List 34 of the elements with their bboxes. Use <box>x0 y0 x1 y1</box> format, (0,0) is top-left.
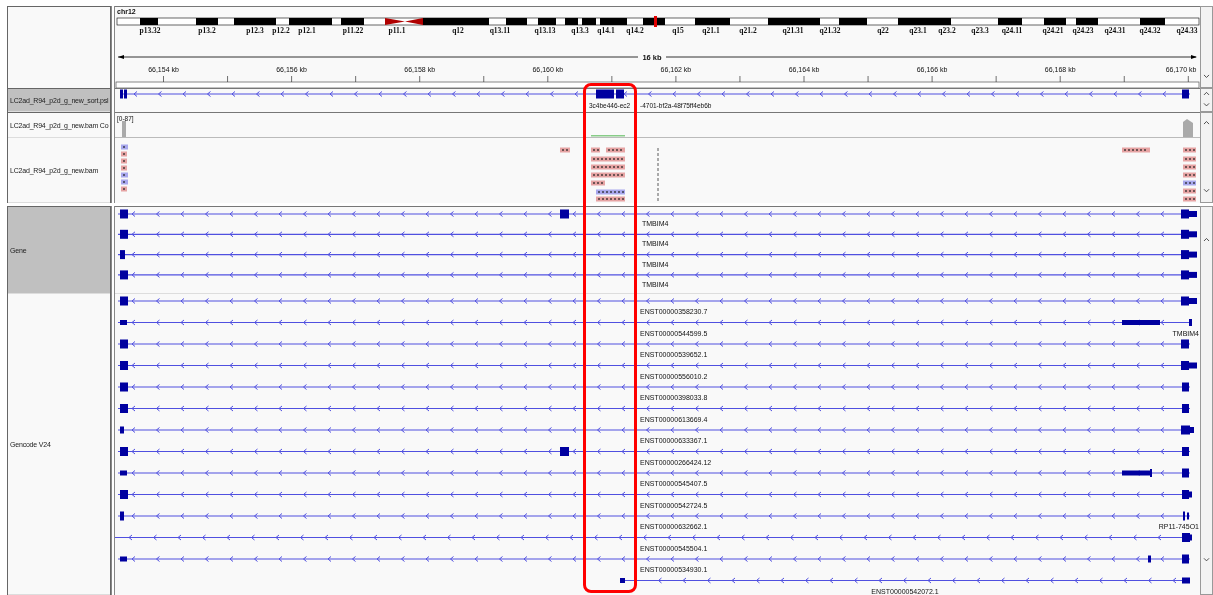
coverage-bar <box>1183 119 1193 138</box>
read <box>591 172 625 178</box>
read <box>1183 172 1196 178</box>
read <box>1183 156 1196 162</box>
position-line <box>657 147 659 203</box>
scrollbar[interactable] <box>1200 88 1213 112</box>
read <box>1183 188 1196 194</box>
scroll-down-icon[interactable] <box>1203 74 1210 78</box>
scroll-up-icon[interactable] <box>1203 238 1210 242</box>
panel-splitter[interactable] <box>111 112 115 203</box>
read <box>560 147 570 153</box>
read <box>1183 147 1196 153</box>
scroll-down-icon[interactable] <box>1203 188 1210 193</box>
read <box>1122 147 1150 153</box>
scroll-up-icon[interactable] <box>1203 121 1210 125</box>
read <box>606 147 625 153</box>
scrollbar[interactable] <box>1200 6 1213 88</box>
scroll-down-icon[interactable] <box>1203 102 1210 107</box>
panel-splitter[interactable] <box>111 6 115 88</box>
panel-splitter[interactable] <box>111 88 115 112</box>
read <box>591 156 625 162</box>
read <box>1183 180 1196 186</box>
read <box>1183 196 1196 202</box>
current-region-marker <box>654 16 657 27</box>
panel-splitter[interactable] <box>111 206 115 595</box>
coverage-bar <box>122 121 126 138</box>
scroll-down-icon[interactable] <box>1203 557 1210 562</box>
scrollbar[interactable] <box>1200 206 1213 595</box>
read <box>591 180 605 186</box>
scrollbar[interactable] <box>1200 112 1213 203</box>
read <box>591 147 600 153</box>
scroll-up-icon[interactable] <box>1203 91 1210 96</box>
read <box>1183 164 1196 170</box>
read <box>591 164 625 170</box>
